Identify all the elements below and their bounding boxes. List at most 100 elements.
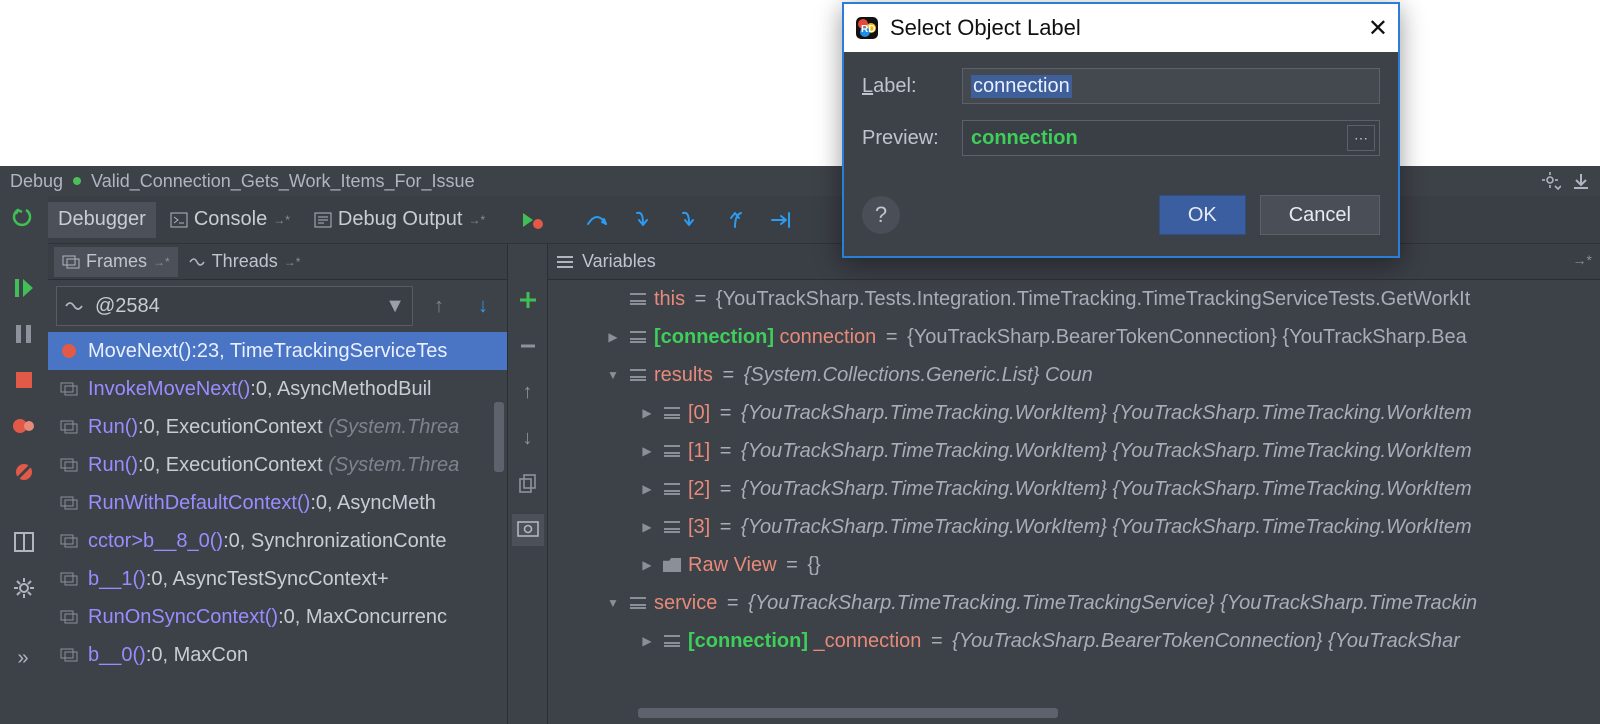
variables-h-scrollbar[interactable] [638,708,1600,718]
threads-icon [188,255,206,269]
resume-icon[interactable] [8,272,40,304]
frame-row[interactable]: RunWithDefaultContext():0, AsyncMeth [48,484,507,522]
list-icon [556,255,574,269]
rerun-icon[interactable] [8,202,40,234]
settings-icon[interactable] [8,572,40,604]
frame-up-icon[interactable]: ↑ [421,288,457,324]
run-to-cursor-icon[interactable] [763,202,799,238]
mute-breakpoints-icon[interactable] [8,456,40,488]
frame-row[interactable]: b__1():0, AsyncTestSyncContext+ [48,560,507,598]
field-icon [662,634,682,648]
stack-frame-icon [58,420,80,434]
force-step-into-icon[interactable] [671,202,707,238]
frame-row[interactable]: cctor>b__8_0():0, SynchronizationConte [48,522,507,560]
remove-watch-icon[interactable] [512,330,544,362]
variable-row[interactable]: ▶[3] = {YouTrackSharp.TimeTracking.WorkI… [548,508,1600,546]
scrollbar-thumb[interactable] [638,708,1058,718]
frame-row[interactable]: b__0():0, MaxCon [48,636,507,674]
frames-icon [62,255,80,269]
expand-right-icon[interactable]: ▶ [638,634,656,648]
cancel-button[interactable]: Cancel [1260,195,1380,235]
frame-row[interactable]: InvokeMoveNext():0, AsyncMethodBuil [48,370,507,408]
step-into-icon[interactable] [625,202,661,238]
variable-row[interactable]: ▶ [connection] _connection = {YouTrackSh… [548,622,1600,660]
expand-right-icon[interactable]: ▶ [638,406,656,420]
scrollbar-thumb[interactable] [494,402,504,472]
stack-frame-icon [58,458,80,472]
frame-row[interactable]: Run():0, ExecutionContext (System.Threa [48,446,507,484]
frame-selector-row: @2584 ▼ ↑ ↓ [48,280,507,332]
subtab-frames[interactable]: Frames →* [54,247,178,277]
expand-right-icon[interactable]: ▶ [638,558,656,572]
chevron-down-icon: ▼ [378,295,412,318]
frame-row[interactable]: MoveNext():23, TimeTrackingServiceTes [48,332,507,370]
variable-text: [connection] connection = {YouTrackSharp… [654,326,1467,349]
more-icon[interactable]: » [8,642,40,674]
pause-icon[interactable] [8,318,40,350]
expand-down-icon[interactable]: ▼ [604,596,622,610]
field-icon [628,596,648,610]
watch-down-icon[interactable]: ↓ [512,422,544,454]
frame-list[interactable]: MoveNext():23, TimeTrackingServiceTes Inv… [48,332,507,724]
ok-button[interactable]: OK [1159,195,1246,235]
tab-debugger-label: Debugger [58,208,146,231]
frame-row[interactable]: Run():0, ExecutionContext (System.Threa [48,408,507,446]
subtab-frames-label: Frames [86,251,147,272]
svg-text:RD: RD [861,24,875,35]
expand-right-icon[interactable]: ▶ [638,520,656,534]
label-input[interactable]: connection [962,68,1380,104]
step-over-icon[interactable] [579,202,615,238]
hide-tool-window-icon[interactable] [1570,170,1592,192]
variable-row[interactable]: ▶[0] = {YouTrackSharp.TimeTracking.WorkI… [548,394,1600,432]
stack-frame-icon [58,572,80,586]
variable-row[interactable]: ▼ results = {System.Collections.Generic.L… [548,356,1600,394]
tab-console[interactable]: Console →* [160,202,300,238]
field-icon [662,444,682,458]
preview-value: connection [971,127,1078,150]
variable-row[interactable]: ▶this = {YouTrackSharp.Tests.Integration… [548,280,1600,318]
expand-down-icon[interactable]: ▼ [604,368,622,382]
variable-row[interactable]: ▶[2] = {YouTrackSharp.TimeTracking.WorkI… [548,470,1600,508]
step-out-icon[interactable] [717,202,753,238]
variable-row[interactable]: ▼service = {YouTrackSharp.TimeTracking.T… [548,584,1600,622]
subtab-threads[interactable]: Threads →* [180,247,309,277]
variable-row[interactable]: ▶[1] = {YouTrackSharp.TimeTracking.WorkI… [548,432,1600,470]
frame-row[interactable]: RunOnSyncContext():0, MaxConcurrenc [48,598,507,636]
close-icon[interactable]: ✕ [1368,14,1388,43]
tab-debug-output[interactable]: Debug Output →* [304,202,495,238]
add-watch-icon[interactable] [512,284,544,316]
variable-text: Raw View = {} [688,554,821,577]
layout-icon[interactable] [8,526,40,558]
show-execution-point-icon[interactable] [515,202,551,238]
frame-down-icon[interactable]: ↓ [465,288,501,324]
variable-text: results = {System.Collections.Generic.Li… [654,364,1093,387]
frame-text: Run():0, ExecutionContext (System.Threa [88,416,459,439]
frame-text: MoveNext():23, TimeTrackingServiceTes [88,340,447,363]
watch-up-icon[interactable]: ↑ [512,376,544,408]
stack-frame-icon [58,496,80,510]
frame-text: cctor>b__8_0():0, SynchronizationConte [88,530,447,553]
breakpoints-icon[interactable] [8,410,40,442]
expand-right-icon[interactable]: ▶ [638,444,656,458]
variable-list[interactable]: ▶this = {YouTrackSharp.Tests.Integration… [548,280,1600,724]
debug-output-icon [314,212,332,228]
thread-dropdown[interactable]: @2584 ▼ [56,286,413,326]
copy-watch-icon[interactable] [512,468,544,500]
gear-dropdown-icon[interactable] [1540,170,1562,192]
expand-right-icon[interactable]: ▶ [604,330,622,344]
tab-debugger[interactable]: Debugger [48,202,156,238]
field-icon [662,406,682,420]
show-watches-icon[interactable] [512,514,544,546]
variable-text: [connection] _connection = {YouTrackShar… [688,630,1460,653]
debug-body: Frames →* Threads →* @2584 ▼ ↑ ↓ [48,244,1600,724]
stop-icon[interactable] [8,364,40,396]
help-button[interactable]: ? [862,196,900,234]
label-input-value: connection [971,75,1072,98]
variable-row[interactable]: ▶ [connection] connection = {YouTrackSha… [548,318,1600,356]
preview-more-button[interactable]: ⋯ [1347,125,1375,151]
breakpoint-icon [58,343,80,359]
expand-right-icon[interactable]: ▶ [638,482,656,496]
frame-text: b__1():0, AsyncTestSyncContext+ [88,568,389,591]
variable-row[interactable]: ▶ Raw View = {} [548,546,1600,584]
dialog-titlebar[interactable]: RD Select Object Label ✕ [844,4,1398,52]
